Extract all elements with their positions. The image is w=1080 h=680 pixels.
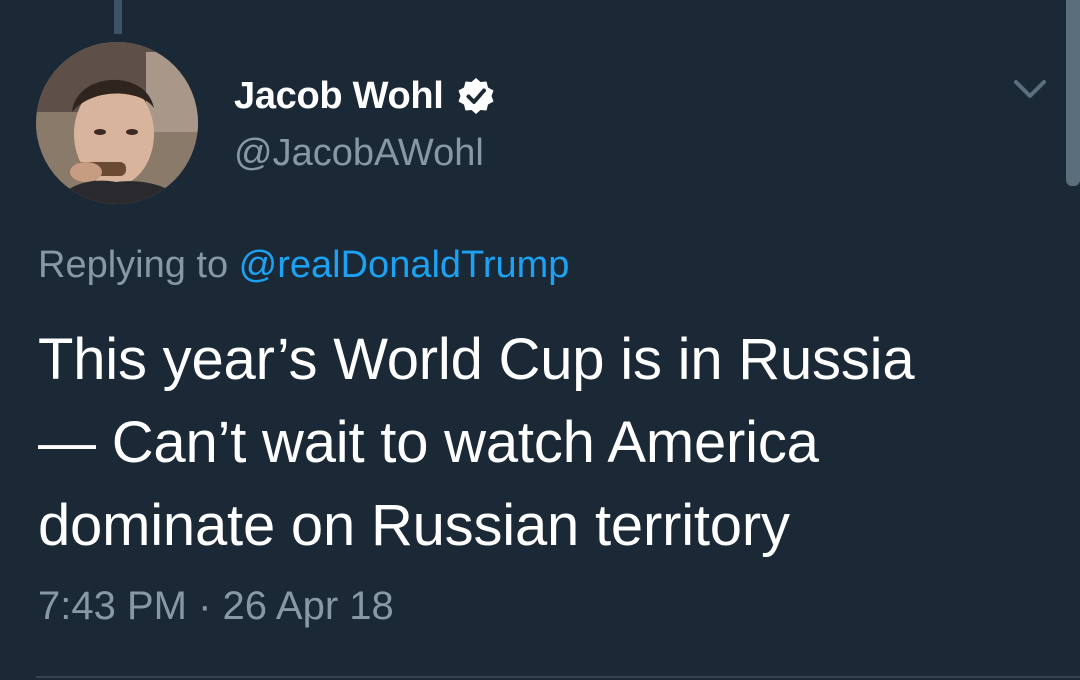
tweet-timestamp[interactable]: 7:43 PM · 26 Apr 18 <box>38 584 394 629</box>
tweet-time: 7:43 PM <box>38 584 187 628</box>
tweet-text-line: — Can’t wait to watch America <box>38 410 819 475</box>
divider <box>36 676 1080 678</box>
author-display-name[interactable]: Jacob Wohl <box>234 75 444 118</box>
tweet-card: Jacob Wohl @JacobAWohl Replying to @real… <box>0 0 1080 680</box>
verified-badge-icon <box>458 78 494 114</box>
reply-context: Replying to @realDonaldTrump <box>38 244 569 287</box>
reply-mention-link[interactable]: @realDonaldTrump <box>239 244 570 286</box>
tweet-text: This year’s World Cup is in Russia — Can… <box>38 318 1038 567</box>
author-row: Jacob Wohl <box>234 72 496 120</box>
reply-prefix: Replying to <box>38 244 239 286</box>
tweet-text-line: This year’s World Cup is in Russia <box>38 327 915 392</box>
scrollbar[interactable] <box>1066 0 1080 186</box>
author-handle[interactable]: @JacobAWohl <box>234 132 484 175</box>
thread-connector-line <box>114 0 122 34</box>
avatar-photo <box>36 42 198 204</box>
avatar[interactable] <box>36 42 198 204</box>
chevron-down-icon[interactable] <box>1010 72 1050 104</box>
tweet-text-line: dominate on Russian territory <box>38 493 790 558</box>
timestamp-separator: · <box>186 584 223 628</box>
tweet-date: 26 Apr 18 <box>222 584 394 628</box>
